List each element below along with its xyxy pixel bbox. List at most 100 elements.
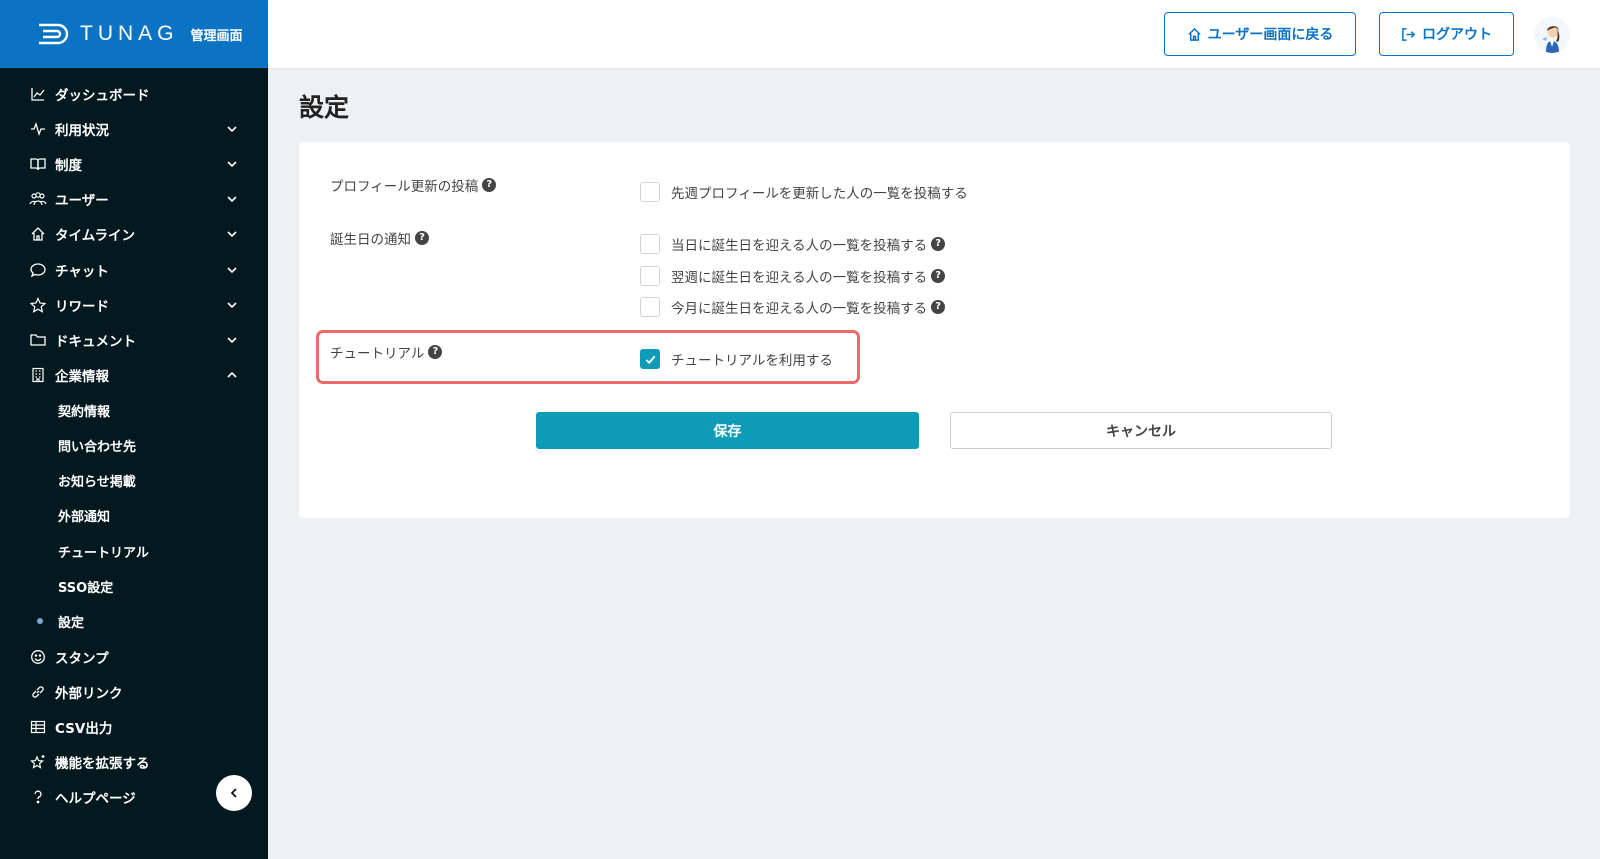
active-indicator-dot bbox=[37, 618, 43, 625]
help-icon[interactable]: ? bbox=[415, 231, 429, 245]
sidebar-item-usage[interactable]: 利用状況 bbox=[0, 111, 268, 146]
logout-button[interactable]: ログアウト bbox=[1379, 12, 1514, 56]
chevron-down-icon bbox=[227, 196, 237, 203]
option-profile-update-weekly[interactable]: 先週プロフィールを更新した人の一覧を投稿する bbox=[640, 182, 968, 202]
sidebar-subitem-label: SSO設定 bbox=[58, 580, 114, 596]
sidebar-item-label: 機能を拡張する bbox=[55, 756, 150, 773]
sidebar: TUNAG 管理画面 ダッシュボード 利用状況 制度 ユーザー タイムライン チ… bbox=[0, 0, 268, 859]
setting-label-text: プロフィール更新の投稿 bbox=[330, 179, 479, 195]
cancel-button[interactable]: キャンセル bbox=[950, 412, 1332, 449]
folder-icon bbox=[29, 331, 47, 349]
checkbox-checked[interactable] bbox=[640, 349, 660, 369]
table-icon bbox=[29, 718, 47, 736]
sidebar-subitem-label: お知らせ掲載 bbox=[58, 475, 136, 491]
sidebar-subitem-label: 外部通知 bbox=[58, 510, 111, 526]
sidebar-item-stamp[interactable]: スタンプ bbox=[0, 639, 268, 674]
sidebar-item-document[interactable]: ドキュメント bbox=[0, 322, 268, 357]
chevron-up-icon bbox=[227, 371, 237, 378]
checkbox[interactable] bbox=[640, 182, 660, 202]
back-to-user-screen-button[interactable]: ユーザー画面に戻る bbox=[1164, 12, 1356, 56]
setting-label-profile-update: プロフィール更新の投稿 ? bbox=[330, 175, 497, 195]
sidebar-subitem-contact[interactable]: 問い合わせ先 bbox=[0, 428, 268, 463]
option-label: チュートリアルを利用する bbox=[671, 353, 833, 369]
star-icon bbox=[29, 296, 47, 314]
sidebar-item-system[interactable]: 制度 bbox=[0, 146, 268, 181]
sidebar-subitem-external-notification[interactable]: 外部通知 bbox=[0, 498, 268, 533]
smile-icon bbox=[29, 648, 47, 666]
building-icon bbox=[29, 366, 47, 384]
setting-label-tutorial: チュートリアル ? bbox=[330, 342, 443, 362]
brand-name: TUNAG bbox=[80, 22, 179, 45]
sidebar-subitem-label: 契約情報 bbox=[58, 404, 111, 420]
chevron-down-icon bbox=[227, 231, 237, 238]
sidebar-item-label: ヘルプページ bbox=[55, 791, 136, 808]
sidebar-nav: ダッシュボード 利用状況 制度 ユーザー タイムライン チャット リワード ドキ… bbox=[0, 68, 268, 815]
chevron-down-icon bbox=[227, 266, 237, 273]
sidebar-item-reward[interactable]: リワード bbox=[0, 287, 268, 322]
sidebar-item-label: 利用状況 bbox=[55, 122, 109, 139]
brand-header[interactable]: TUNAG 管理画面 bbox=[0, 0, 268, 68]
sidebar-subitem-label: チュートリアル bbox=[58, 545, 149, 561]
sidebar-item-label: 企業情報 bbox=[55, 369, 109, 386]
page-title: 設定 bbox=[299, 93, 350, 122]
setting-label-birthday: 誕生日の通知 ? bbox=[330, 228, 429, 248]
option-label: 当日に誕生日を迎える人の一覧を投稿する bbox=[671, 238, 928, 254]
chevron-down-icon bbox=[227, 126, 237, 132]
sidebar-subitem-announcement[interactable]: お知らせ掲載 bbox=[0, 463, 268, 498]
tunag-logo-icon bbox=[38, 23, 70, 45]
save-button[interactable]: 保存 bbox=[536, 412, 919, 449]
top-header: ユーザー画面に戻る ログアウト bbox=[268, 0, 1600, 68]
option-birthday-today[interactable]: 当日に誕生日を迎える人の一覧を投稿する? bbox=[640, 234, 946, 254]
sidebar-item-label: ドキュメント bbox=[55, 333, 136, 350]
avatar[interactable] bbox=[1534, 17, 1570, 53]
option-birthday-this-month[interactable]: 今月に誕生日を迎える人の一覧を投稿する? bbox=[640, 297, 946, 317]
option-label: 翌週に誕生日を迎える人の一覧を投稿する bbox=[671, 270, 928, 286]
help-icon[interactable]: ? bbox=[931, 237, 946, 251]
sidebar-item-external-link[interactable]: 外部リンク bbox=[0, 674, 268, 709]
help-icon[interactable]: ? bbox=[482, 178, 497, 192]
setting-label-text: 誕生日の通知 bbox=[330, 232, 411, 248]
sidebar-subitem-tutorial[interactable]: チュートリアル bbox=[0, 533, 268, 568]
sidebar-item-company-info[interactable]: 企業情報 bbox=[0, 358, 268, 393]
sidebar-subitem-sso[interactable]: SSO設定 bbox=[0, 569, 268, 604]
link-icon bbox=[29, 683, 47, 701]
sidebar-item-label: チャット bbox=[55, 263, 109, 280]
sidebar-item-chat[interactable]: チャット bbox=[0, 252, 268, 287]
book-icon bbox=[29, 155, 47, 173]
sidebar-item-label: 外部リンク bbox=[55, 685, 123, 702]
help-icon[interactable]: ? bbox=[931, 269, 946, 283]
chevron-down-icon bbox=[227, 337, 237, 344]
brand-subtitle: 管理画面 bbox=[190, 28, 243, 44]
sidebar-subitem-contract-info[interactable]: 契約情報 bbox=[0, 393, 268, 428]
setting-label-text: チュートリアル bbox=[330, 346, 425, 362]
checkbox[interactable] bbox=[640, 266, 660, 286]
sidebar-item-timeline[interactable]: タイムライン bbox=[0, 217, 268, 252]
sidebar-item-label: タイムライン bbox=[55, 228, 136, 245]
sidebar-item-extend-features[interactable]: 機能を拡張する bbox=[0, 745, 268, 780]
option-use-tutorial[interactable]: チュートリアルを利用する bbox=[640, 349, 833, 369]
question-icon bbox=[29, 788, 47, 806]
sidebar-item-users[interactable]: ユーザー bbox=[0, 182, 268, 217]
chevron-left-icon bbox=[230, 788, 237, 798]
sidebar-item-label: ダッシュボード bbox=[55, 87, 150, 104]
sidebar-item-csv-export[interactable]: CSV出力 bbox=[0, 709, 268, 744]
chevron-down-icon bbox=[227, 302, 237, 308]
sidebar-subitem-settings[interactable]: 設定 bbox=[0, 604, 268, 639]
pulse-icon bbox=[29, 120, 47, 138]
sidebar-item-dashboard[interactable]: ダッシュボード bbox=[0, 76, 268, 111]
check-icon bbox=[645, 355, 655, 364]
sidebar-collapse-button[interactable] bbox=[216, 775, 252, 811]
checkbox[interactable] bbox=[640, 297, 660, 317]
help-icon[interactable]: ? bbox=[931, 300, 946, 314]
sidebar-subitem-label: 問い合わせ先 bbox=[58, 439, 137, 455]
settings-card: プロフィール更新の投稿 ? 先週プロフィールを更新した人の一覧を投稿する 誕生日… bbox=[299, 142, 1570, 518]
option-label: 今月に誕生日を迎える人の一覧を投稿する bbox=[671, 301, 928, 317]
home-icon bbox=[29, 225, 47, 243]
option-birthday-next-week[interactable]: 翌週に誕生日を迎える人の一覧を投稿する? bbox=[640, 266, 946, 286]
sidebar-item-label: スタンプ bbox=[55, 650, 109, 667]
users-icon bbox=[29, 190, 47, 208]
checkbox[interactable] bbox=[640, 234, 660, 254]
help-icon[interactable]: ? bbox=[428, 345, 443, 359]
chat-bubble-icon bbox=[29, 261, 47, 279]
sidebar-item-label: ユーザー bbox=[55, 193, 109, 210]
